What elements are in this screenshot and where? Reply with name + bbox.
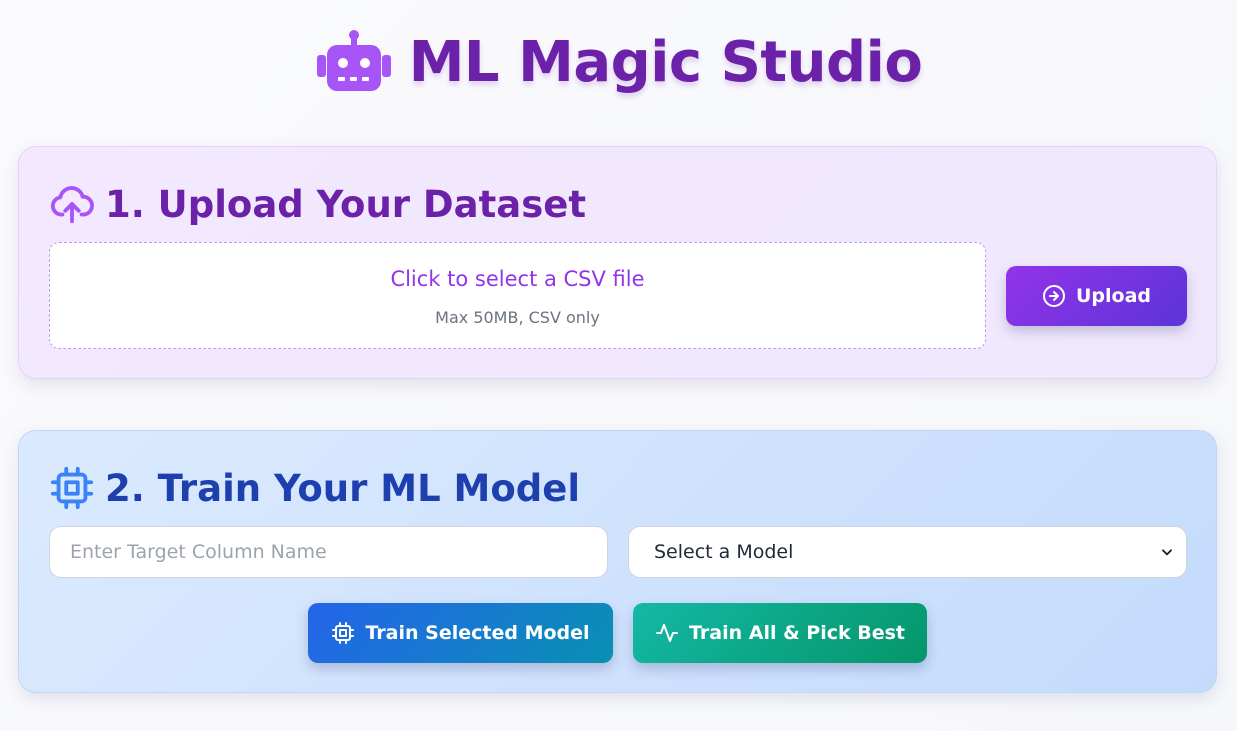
chevron-down-icon [1162, 549, 1172, 556]
arrow-right-circle-icon [1042, 285, 1065, 307]
train-card: 2. Train Your ML Model Enter Target Colu… [18, 430, 1217, 693]
train-selected-label: Train Selected Model [365, 622, 590, 644]
activity-pulse-icon [656, 624, 679, 642]
csv-dropzone[interactable]: Click to select a CSV file Max 50MB, CSV… [49, 242, 986, 349]
cpu-chip-icon [50, 466, 94, 510]
upload-section-title: 1. Upload Your Dataset [105, 182, 587, 226]
upload-section-heading: 1. Upload Your Dataset [49, 181, 586, 227]
train-all-pick-best-button[interactable]: Train All & Pick Best [633, 603, 927, 663]
robot-icon [316, 30, 391, 91]
app-header: ML Magic Studio [0, 22, 1237, 102]
model-select-value: Select a Model [654, 541, 794, 563]
cpu-chip-icon [332, 622, 355, 644]
target-column-input[interactable]: Enter Target Column Name [49, 526, 608, 578]
upload-button[interactable]: Upload [1006, 266, 1187, 326]
upload-button-label: Upload [1075, 285, 1152, 307]
cloud-upload-icon [50, 186, 94, 224]
train-all-label: Train All & Pick Best [689, 622, 905, 644]
upload-card: 1. Upload Your Dataset Click to select a… [18, 146, 1217, 379]
target-column-placeholder: Enter Target Column Name [70, 541, 327, 563]
train-section-title: 2. Train Your ML Model [105, 466, 581, 510]
app-page: ML Magic Studio 1. Upload Your Dataset C… [0, 0, 1237, 731]
train-section-heading: 2. Train Your ML Model [49, 465, 580, 511]
dropzone-label: Click to select a CSV file [390, 267, 645, 291]
train-selected-model-button[interactable]: Train Selected Model [308, 603, 613, 663]
dropzone-hint: Max 50MB, CSV only [435, 308, 600, 327]
model-select[interactable]: Select a Model [628, 526, 1187, 578]
app-title: ML Magic Studio [408, 29, 923, 95]
